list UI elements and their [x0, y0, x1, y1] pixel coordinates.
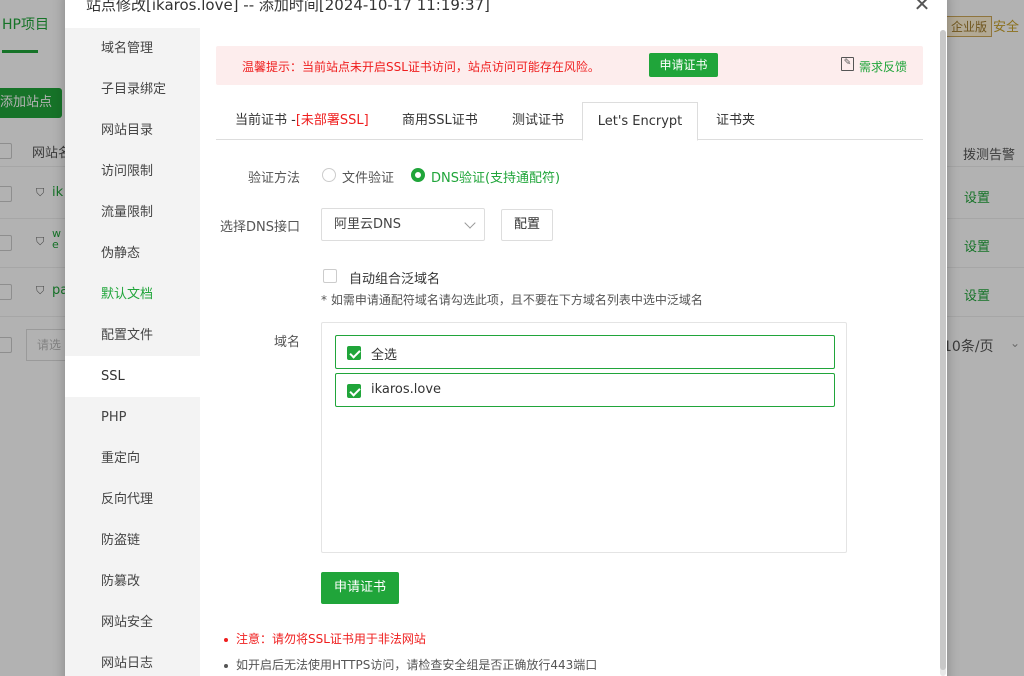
- bullet: [224, 663, 228, 668]
- menu-item-site-dir[interactable]: 网站目录: [65, 110, 200, 151]
- select-all-checkbox[interactable]: [347, 346, 361, 360]
- domain-item[interactable]: ikaros.love: [335, 373, 835, 407]
- menu-item-traffic-limit[interactable]: 流量限制: [65, 192, 200, 233]
- domain-checkbox[interactable]: [347, 384, 361, 398]
- apply-cert-button[interactable]: 申请证书: [321, 572, 399, 604]
- menu-item-redirect[interactable]: 重定向: [65, 438, 200, 479]
- tab-current-status: [未部署SSL]: [295, 113, 369, 128]
- verify-method-label: 验证方法: [247, 171, 300, 186]
- ssl-warning-banner: 温馨提示：当前站点未开启SSL证书访问，站点访问可能存在风险。 申请证书 ✎ 需…: [216, 46, 923, 85]
- note-https-tip: 如开启后无法使用HTTPS访问，请检查安全组是否正确放行443端口: [224, 656, 597, 673]
- menu-item-site-log[interactable]: 网站日志: [65, 643, 200, 676]
- tab-cert-folder[interactable]: 证书夹: [716, 102, 755, 140]
- select-all-label: 全选: [371, 348, 398, 363]
- bullet: [224, 637, 228, 642]
- warning-apply-button[interactable]: 申请证书: [649, 53, 718, 77]
- feedback-link[interactable]: 需求反馈: [859, 58, 907, 75]
- radio-dns-verify[interactable]: [411, 168, 425, 182]
- note-warning: 注意：请勿将SSL证书用于非法网站: [224, 630, 426, 647]
- dns-interface-label: 选择DNS接口: [220, 220, 300, 235]
- edit-icon: ✎: [841, 57, 854, 71]
- menu-item-tamper-proof[interactable]: 防篡改: [65, 561, 200, 602]
- wildcard-hint: * 如需申请通配符域名请勾选此项，且不要在下方域名列表中选中泛域名: [321, 293, 703, 307]
- domain-select-all[interactable]: 全选: [335, 335, 835, 369]
- tab-current-cert[interactable]: 当前证书 -[未部署SSL]: [235, 102, 369, 140]
- radio-file-verify[interactable]: [322, 168, 336, 182]
- menu-item-access-limit[interactable]: 访问限制: [65, 151, 200, 192]
- note-warning-text: 注意：请勿将SSL证书用于非法网站: [236, 632, 426, 646]
- tab-commercial[interactable]: 商用SSL证书: [402, 102, 478, 140]
- dns-config-button[interactable]: 配置: [501, 209, 553, 241]
- tab-current-prefix: 当前证书 -: [235, 113, 296, 128]
- dialog-title: 站点修改[ikaros.love] -- 添加时间[2024-10-17 11:…: [86, 0, 490, 14]
- tab-test[interactable]: 测试证书: [512, 102, 564, 140]
- close-icon[interactable]: ✕: [912, 0, 932, 14]
- auto-wildcard-label[interactable]: 自动组合泛域名: [349, 268, 440, 287]
- menu-item-reverse-proxy[interactable]: 反向代理: [65, 479, 200, 520]
- menu-item-php[interactable]: PHP: [65, 397, 200, 438]
- domain-list: 全选 ikaros.love: [321, 322, 847, 553]
- menu-item-ssl[interactable]: SSL: [65, 356, 200, 397]
- warning-text: 温馨提示：当前站点未开启SSL证书访问，站点访问可能存在风险。: [242, 60, 600, 74]
- chevron-down-icon: [464, 217, 476, 229]
- dns-interface-value: 阿里云DNS: [334, 217, 401, 232]
- auto-wildcard-checkbox[interactable]: [323, 269, 337, 283]
- menu-item-hotlink[interactable]: 防盗链: [65, 520, 200, 561]
- menu-item-rewrite[interactable]: 伪静态: [65, 233, 200, 274]
- menu-item-site-security[interactable]: 网站安全: [65, 602, 200, 643]
- menu-item-subdir[interactable]: 子目录绑定: [65, 69, 200, 110]
- file-verify-label[interactable]: 文件验证: [342, 167, 394, 186]
- note-https-text: 如开启后无法使用HTTPS访问，请检查安全组是否正确放行443端口: [236, 658, 598, 672]
- domain-name: ikaros.love: [371, 382, 442, 397]
- tab-letsencrypt[interactable]: Let's Encrypt: [582, 102, 698, 141]
- scrollbar-thumb[interactable]: [940, 30, 946, 670]
- menu-item-config-file[interactable]: 配置文件: [65, 315, 200, 356]
- dialog-scrollbar[interactable]: [940, 30, 946, 676]
- domain-label: 域名: [273, 335, 300, 350]
- ssl-tabs: 当前证书 -[未部署SSL] 商用SSL证书 测试证书 Let's Encryp…: [216, 102, 923, 141]
- menu-item-domain[interactable]: 域名管理: [65, 28, 200, 69]
- dns-interface-select[interactable]: 阿里云DNS: [321, 208, 485, 241]
- settings-menu: 域名管理 子目录绑定 网站目录 访问限制 流量限制 伪静态 默认文档 配置文件 …: [65, 28, 200, 676]
- menu-item-default-doc[interactable]: 默认文档: [65, 274, 200, 315]
- dns-verify-label[interactable]: DNS验证(支持通配符): [431, 167, 560, 186]
